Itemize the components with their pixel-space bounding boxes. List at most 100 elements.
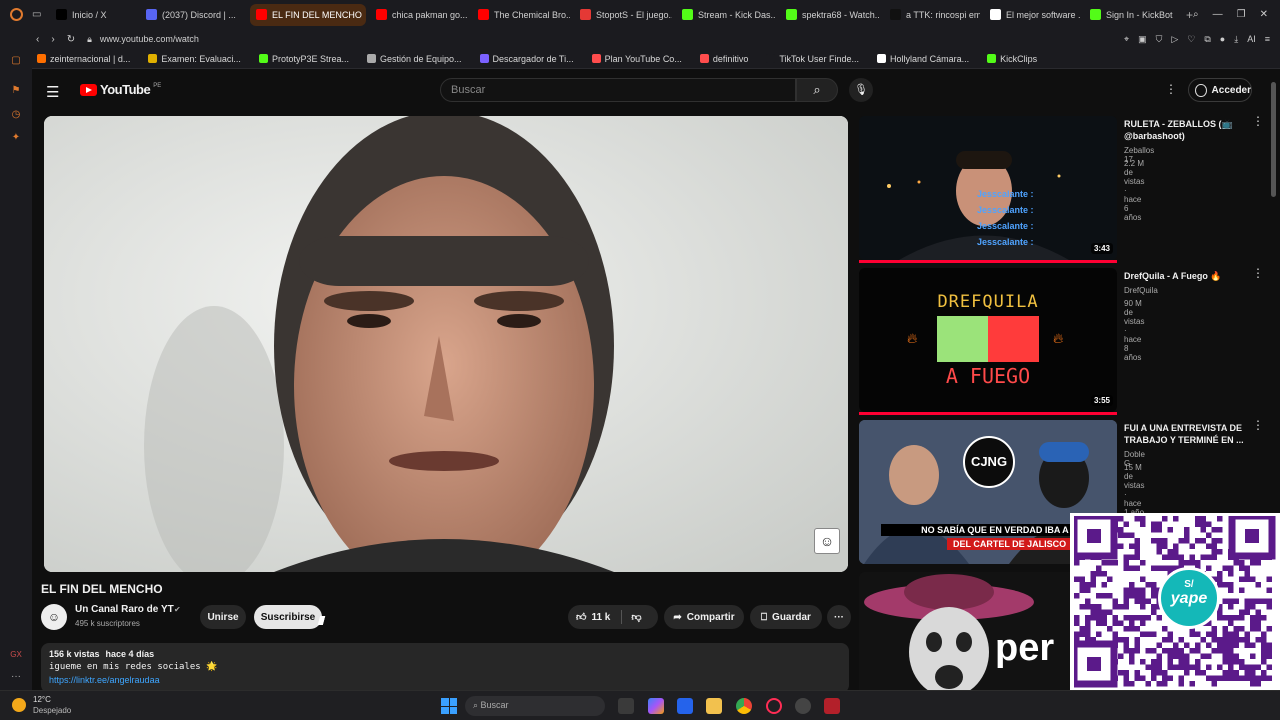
- tab-overview-icon[interactable]: ▭: [32, 9, 50, 20]
- ai-button[interactable]: AI: [1247, 34, 1256, 45]
- channel-name[interactable]: Un Canal Raro de YT: [75, 604, 174, 615]
- copilot-icon[interactable]: [648, 698, 664, 714]
- weather-icon[interactable]: [12, 698, 26, 712]
- search-input[interactable]: Buscar: [440, 78, 796, 102]
- youtube-logo[interactable]: YouTube PE: [80, 82, 161, 97]
- search-button[interactable]: ⌕: [796, 78, 838, 102]
- menu-icon[interactable]: ≡: [1265, 34, 1270, 45]
- tab-7[interactable]: Stream - Kick Das...: [676, 4, 776, 26]
- app-red-icon[interactable]: [824, 698, 840, 714]
- tab-5[interactable]: The Chemical Bro...: [472, 4, 570, 26]
- temperature[interactable]: 12°C: [33, 695, 51, 704]
- recommendation-2[interactable]: DREFQUILA 🔥︎ 🔥︎ A FUEGO 3:55 DrefQuila -…: [859, 267, 1264, 418]
- tab-4[interactable]: chica pakman go...: [370, 4, 468, 26]
- recommendation-channel[interactable]: DrefQuila: [1124, 286, 1158, 295]
- gx-icon[interactable]: GX: [10, 649, 22, 661]
- join-button[interactable]: Unirse: [200, 605, 246, 629]
- bookmark-1[interactable]: zeinternacional | d...: [28, 54, 139, 64]
- taskbar-search[interactable]: ⌕ Buscar: [465, 696, 605, 716]
- like-count[interactable]: 11 k: [591, 612, 610, 623]
- description-link[interactable]: https://linktr.ee/angelraudaa: [49, 675, 160, 685]
- page-scrollbar[interactable]: [1271, 82, 1276, 197]
- opera-logo[interactable]: [0, 8, 32, 21]
- channel-watermark-icon[interactable]: ☺: [814, 528, 840, 554]
- bookmark-5[interactable]: Descargador de Ti...: [471, 54, 583, 64]
- bookmark-3[interactable]: PrototyP3E Strea...: [250, 54, 358, 64]
- tab-10[interactable]: El mejor software ...: [984, 4, 1080, 26]
- bookmark-4[interactable]: Gestión de Equipo...: [358, 54, 471, 64]
- weather-status[interactable]: Despejado: [33, 706, 71, 715]
- save-button[interactable]: ⎕ Guardar: [750, 605, 822, 629]
- dislike-icon[interactable]: 👎︎: [631, 611, 641, 623]
- windows-start-icon[interactable]: [441, 698, 457, 714]
- file-explorer-icon[interactable]: [706, 698, 722, 714]
- channel-avatar[interactable]: ☺: [41, 604, 67, 630]
- app-icon[interactable]: [795, 698, 811, 714]
- tab-11[interactable]: Sign In - KickBot: [1084, 4, 1180, 26]
- minimize-icon[interactable]: —: [1213, 9, 1223, 20]
- voice-search-button[interactable]: 🎙︎: [849, 78, 873, 102]
- profile-icon[interactable]: ●: [1220, 34, 1225, 45]
- forward-icon[interactable]: ›: [51, 34, 54, 45]
- search-icon: ⌕: [473, 700, 481, 710]
- guide-menu-icon[interactable]: ☰: [46, 83, 59, 101]
- task-view-icon[interactable]: [618, 698, 634, 714]
- back-icon[interactable]: ‹: [36, 34, 39, 45]
- more-sidebar-icon[interactable]: ···: [10, 671, 22, 683]
- workspaces-icon[interactable]: ▢: [10, 55, 22, 67]
- recommendation-more-icon[interactable]: ⋮: [1252, 267, 1264, 279]
- settings-more-icon[interactable]: ⋮: [1165, 82, 1177, 96]
- bookmark-10[interactable]: KickClips: [978, 54, 1046, 64]
- watch-progress: [859, 260, 1117, 263]
- tab-2[interactable]: (2037) Discord | ...: [140, 4, 246, 26]
- tab-6[interactable]: StopotS - El juego...: [574, 4, 672, 26]
- store-icon[interactable]: [677, 698, 693, 714]
- recommendation-thumbnail[interactable]: Jesscalante : Jesscalante : Jesscalante …: [859, 116, 1117, 260]
- bookmark-7[interactable]: definitivo: [691, 54, 758, 64]
- video-player[interactable]: ☺: [44, 116, 848, 572]
- bookmark-6[interactable]: Plan YouTube Co...: [583, 54, 691, 64]
- tab-9[interactable]: a TTK: rincospi em...: [884, 4, 980, 26]
- subscribe-button[interactable]: Suscribirse: [254, 605, 322, 629]
- extensions-sidebar-icon[interactable]: ✦: [10, 132, 22, 144]
- snapshot-icon[interactable]: ⌖: [1124, 34, 1129, 45]
- tab-label: Stream - Kick Das...: [698, 9, 776, 20]
- recommendation-title[interactable]: DrefQuila - A Fuego 🔥: [1124, 270, 1249, 282]
- chrome-icon[interactable]: [736, 698, 752, 714]
- recommendation-more-icon[interactable]: ⋮: [1252, 115, 1264, 127]
- discord-icon: [146, 9, 157, 20]
- maximize-icon[interactable]: ❐: [1237, 9, 1246, 20]
- reload-icon[interactable]: ↻: [67, 34, 75, 45]
- search-tabs-icon[interactable]: ⌕: [1193, 9, 1199, 20]
- download-icon[interactable]: ⤓: [1234, 34, 1238, 45]
- tab-3[interactable]: EL FIN DEL MENCHO: [250, 3, 366, 26]
- tab-1[interactable]: Inicio / X: [50, 4, 136, 26]
- bookmark-9[interactable]: Hollyland Cámara...: [868, 54, 978, 64]
- description-box[interactable]: 156 k vistas hace 4 días igueme en mis r…: [41, 643, 849, 690]
- tab-8[interactable]: spektra68 - Watch...: [780, 4, 880, 26]
- heart-icon[interactable]: ♡: [1187, 34, 1195, 45]
- sign-in-button[interactable]: Acceder: [1188, 78, 1252, 102]
- share-button[interactable]: ➦ Compartir: [664, 605, 744, 629]
- play-icon[interactable]: ▷: [1171, 34, 1178, 45]
- recommendation-more-icon[interactable]: ⋮: [1252, 419, 1264, 431]
- pinboard-icon[interactable]: ⚑: [10, 85, 22, 97]
- like-icon[interactable]: 👍︎: [576, 611, 586, 623]
- history-icon[interactable]: ◷: [10, 109, 22, 121]
- more-actions-button[interactable]: ···: [827, 605, 851, 629]
- recommendation-1[interactable]: Jesscalante : Jesscalante : Jesscalante …: [859, 115, 1264, 266]
- new-tab-button[interactable]: +: [1186, 8, 1193, 22]
- sign-in-label: Acceder: [1211, 84, 1251, 96]
- shield-icon[interactable]: ⛉: [1156, 34, 1163, 45]
- bookmark-2[interactable]: Examen: Evaluaci...: [139, 54, 250, 64]
- recommendation-title[interactable]: RULETA - ZEBALLOS (📺 @barbashoot): [1124, 118, 1249, 142]
- bookmark-8[interactable]: TikTok User Finde...: [757, 54, 868, 64]
- url-field[interactable]: www.youtube.com/watch: [100, 34, 199, 44]
- close-icon[interactable]: ✕: [1260, 9, 1268, 20]
- recommendation-title[interactable]: FUI A UNA ENTREVISTA DE TRABAJO Y TERMIN…: [1124, 422, 1249, 446]
- recommendation-thumbnail[interactable]: DREFQUILA 🔥︎ 🔥︎ A FUEGO 3:55: [859, 268, 1117, 412]
- opera-gx-icon[interactable]: [766, 698, 782, 714]
- pip-icon[interactable]: ▣: [1138, 34, 1147, 45]
- extensions-icon[interactable]: ⧉: [1204, 34, 1210, 45]
- join-label: Unirse: [207, 611, 239, 623]
